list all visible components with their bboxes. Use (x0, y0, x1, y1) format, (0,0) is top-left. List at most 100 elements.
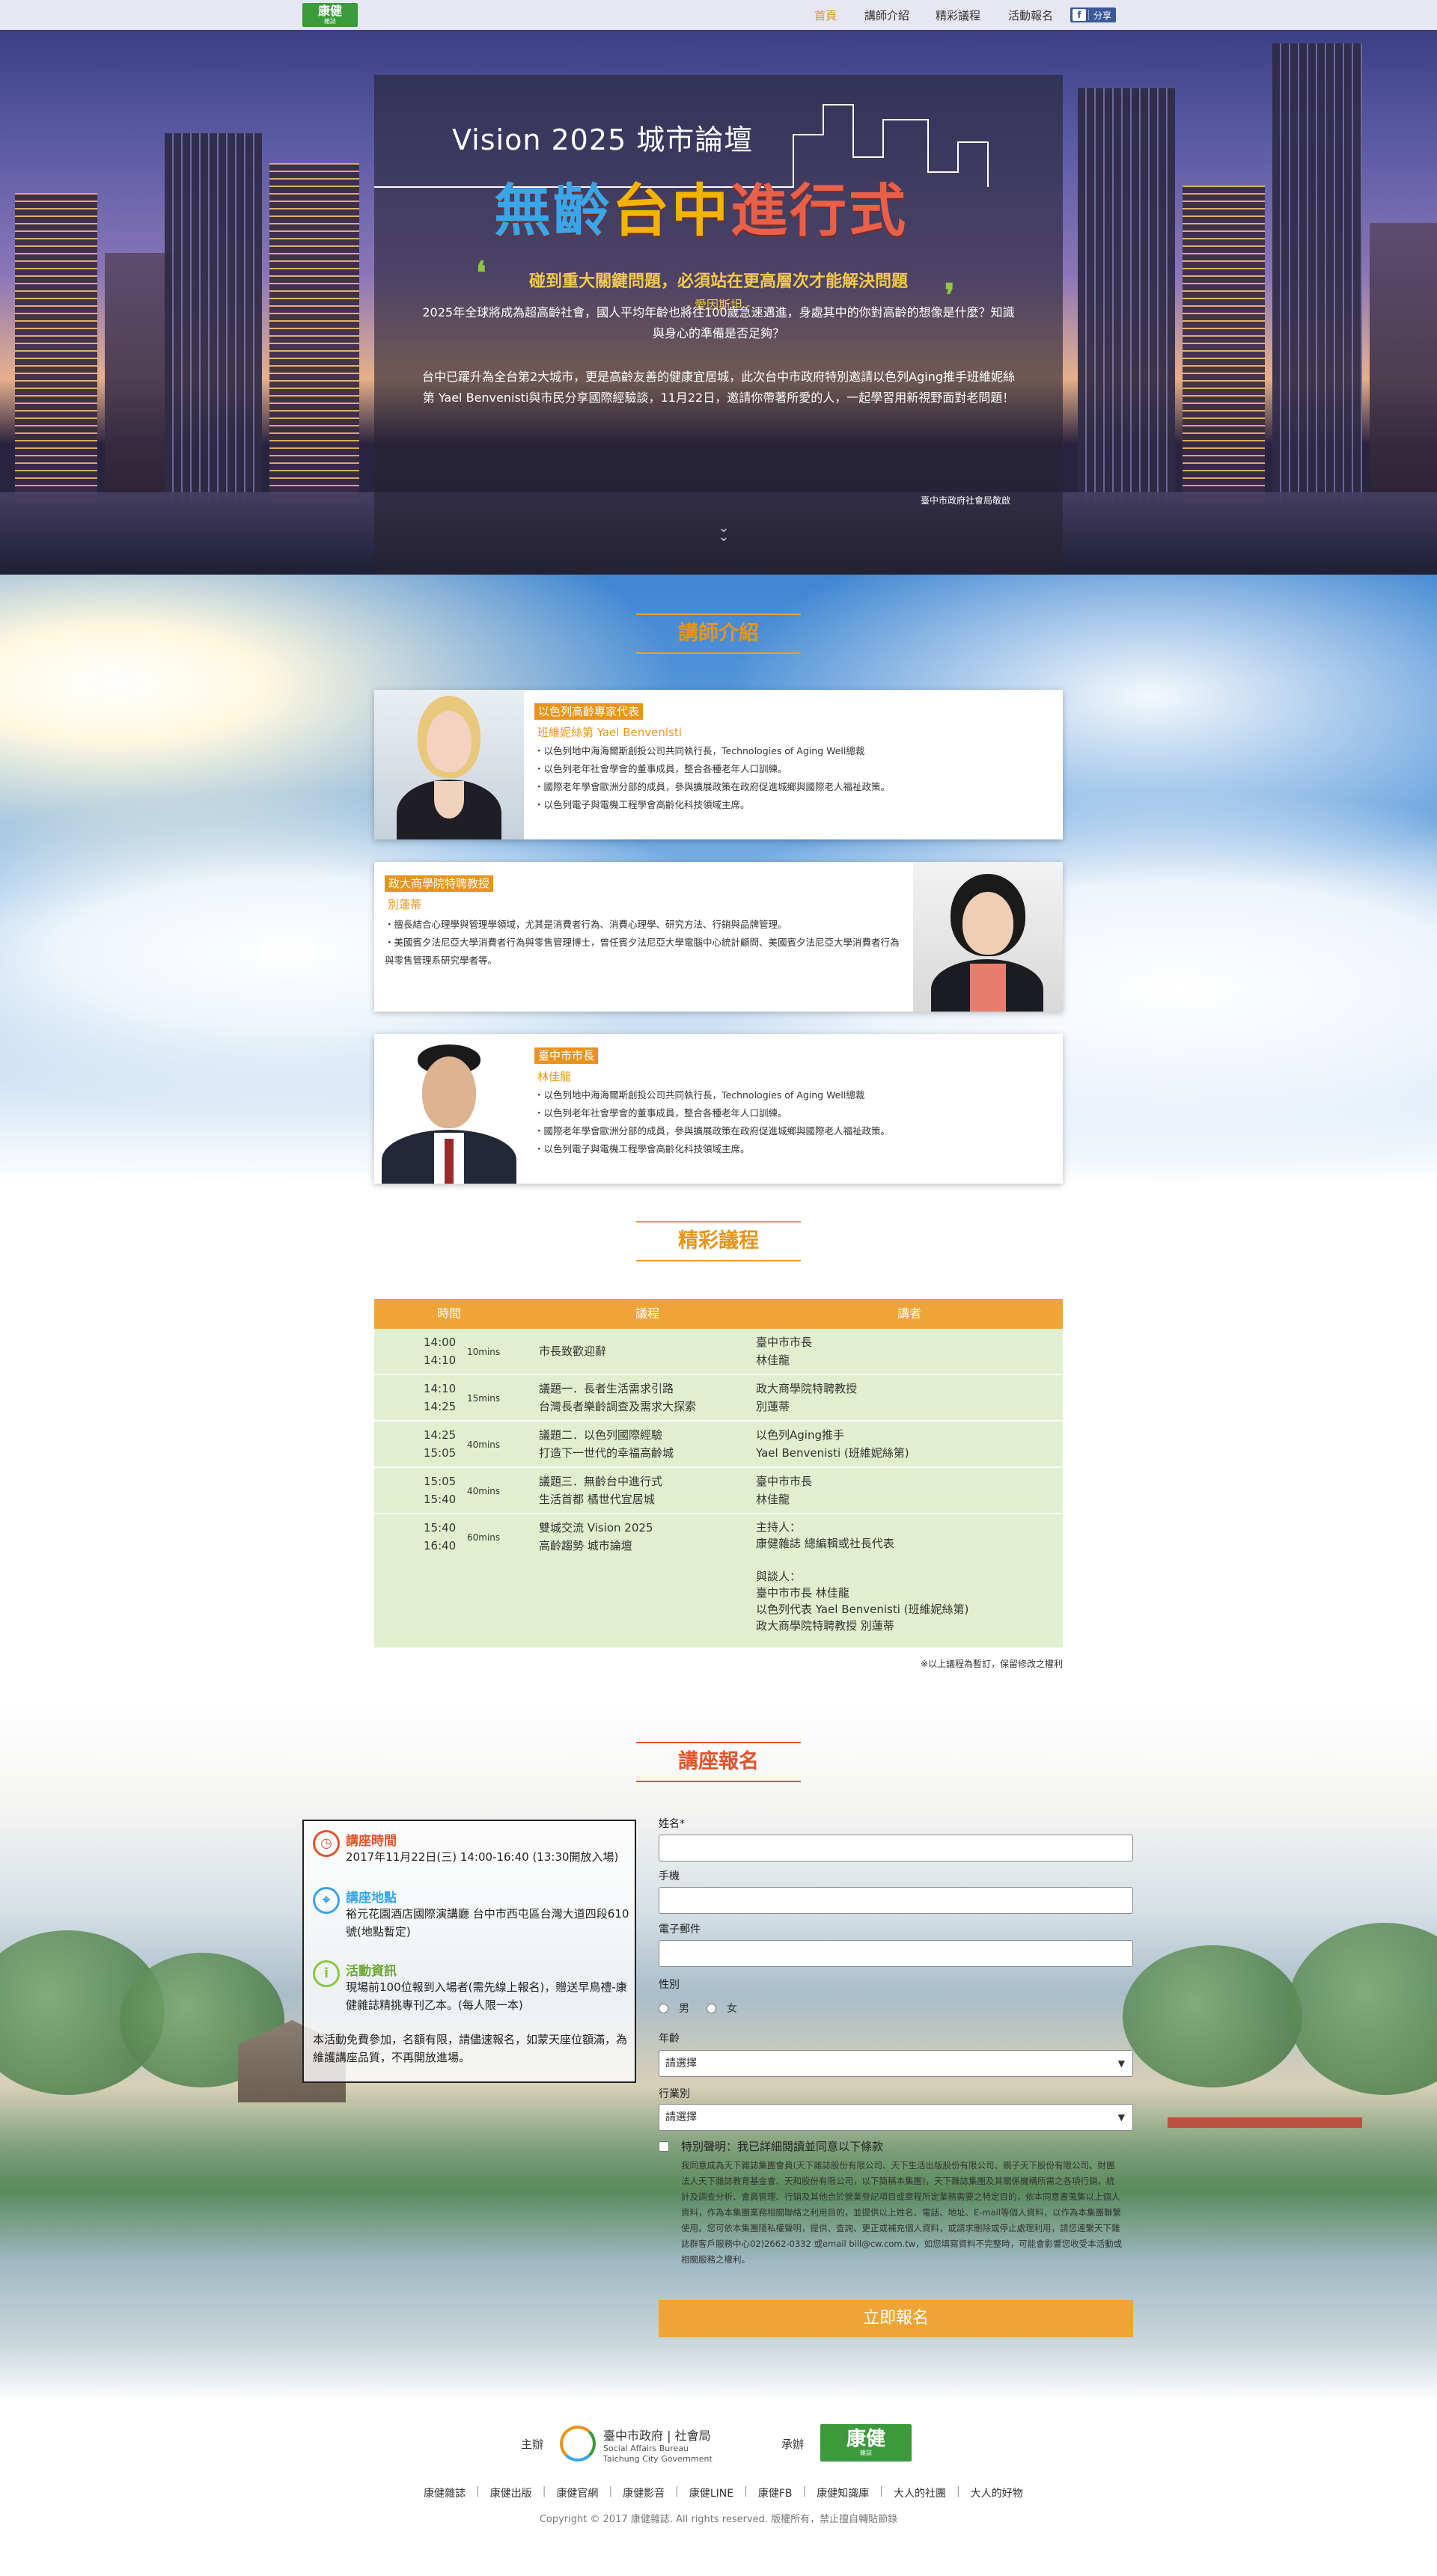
nav-link-home[interactable]: 首頁 (814, 7, 837, 23)
speaker-bio-list: 以色列地中海海爾斯創投公司共同執行長，Technologies of Aging… (534, 742, 1051, 814)
speaker-name: 林佳龍 (537, 1070, 572, 1083)
hero-quote: 碰到重大關鍵問題，必須站在更高層次才能解決問題 (528, 272, 908, 291)
facebook-icon: f (1073, 9, 1086, 21)
footer-link[interactable]: 康健知識庫 (817, 2485, 869, 2500)
kangjian-footer-logo[interactable]: 康健 雜誌 (820, 2424, 912, 2462)
gender-male-label: 男 (679, 2003, 689, 2015)
hero-subtitle: 無齡台中進行式 (494, 165, 908, 247)
name-input[interactable] (659, 1835, 1133, 1861)
duration: 15mins (467, 1393, 501, 1404)
speaker-card-yael: 以色列高齡專家代表 班維妮絲第 Yael Benvenisti 以色列地中海海爾… (374, 690, 1063, 839)
speaker-line: 林佳龍 (756, 1493, 790, 1506)
hero-subtitle-part: 行式 (790, 177, 908, 244)
scroll-down-chevron-icon[interactable]: ⌄ ⌄ (713, 521, 735, 544)
hero-subtitle-part: 進 (730, 177, 790, 244)
consent-checkbox[interactable] (659, 2141, 669, 2152)
speaker-line: 政大商學院特聘教授 別蓮蒂 (756, 1619, 894, 1633)
age-label: 年齡 (659, 2033, 680, 2045)
speaker-bio-item: 以色列電子與電機工程學會高齡化科技領域主席。 (534, 1140, 1051, 1158)
gender-label: 性別 (659, 1979, 680, 1991)
industry-select-value: 請選擇 (665, 2111, 697, 2123)
speaker-line: 林佳龍 (756, 1353, 790, 1367)
bridge-graphic (1168, 2117, 1362, 2128)
topic-line: 議題一．長者生活需求引路 (539, 1382, 674, 1395)
facebook-share-button[interactable]: f 分享 (1070, 7, 1117, 22)
nav-link-agenda[interactable]: 精彩議程 (936, 7, 980, 23)
speaker-photo-yael (374, 690, 524, 839)
footer-link[interactable]: 康健FB (758, 2485, 793, 2500)
hero-subtitle-part: 台中 (612, 177, 730, 244)
footer-link[interactable]: 大人的社團 (894, 2485, 946, 2500)
speaker-line: 康健雜誌 總編輯或社長代表 (756, 1537, 894, 1550)
hero-title: Vision 2025 城市論壇 (452, 123, 754, 156)
speaker-line: 主持人： (756, 1520, 802, 1534)
footer-link[interactable]: 康健出版 (490, 2485, 532, 2500)
email-input[interactable] (659, 1940, 1133, 1967)
time-end: 14:25 (424, 1400, 457, 1413)
hero-paragraph-1: 2025年全球將成為超高齡社會，國人平均年齡也將往100歲急速邁進，身處其中的你… (422, 305, 1015, 340)
industry-label: 行業別 (659, 2088, 690, 2100)
radio-circle-icon (707, 2003, 716, 2013)
duration: 40mins (467, 1486, 501, 1496)
phone-input[interactable] (659, 1887, 1133, 1914)
speaker-line: 臺中市市長 林佳龍 (756, 1586, 849, 1600)
consent-title: 特別聲明：我已詳細閱讀並同意以下條款 (681, 2140, 884, 2153)
time-start: 15:05 (424, 1475, 457, 1488)
agenda-table: 時間 議程 講者 14:00 14:10 10mins 市長致歡迎辭 臺中市市長 林佳… (374, 1299, 1063, 1655)
speaker-card-pieh: 政大商學院特聘教授 別蓮蒂 擅長結合心理學與管理學領域，尤其是消費者行為、消費心… (374, 862, 1063, 1012)
time-start: 14:25 (424, 1428, 457, 1442)
speaker-line: Yael Benvenisti (班維妮絲第) (756, 1446, 909, 1460)
speaker-bio-item: 以色列地中海海爾斯創投公司共同執行長，Technologies of Aging… (534, 742, 1051, 760)
speaker-bio-item: 以色列老年社會學會的董事成員，整合各種老年人口訓練。 (534, 1104, 1051, 1122)
speaker-tag: 以色列高齡專家代表 (534, 703, 644, 720)
speakers-section-title: 講師介紹 (636, 614, 801, 654)
registration-section-title: 講座報名 (636, 1742, 801, 1782)
share-label: 分享 (1093, 10, 1112, 21)
logo-text: 康健 (317, 4, 342, 18)
gender-radio-female[interactable]: 女 (707, 2001, 737, 2016)
time-end: 15:05 (424, 1446, 457, 1460)
event-info-box: ◷ 講座時間 2017年11月22日(三) 14:00-16:40 (13:30… (302, 1820, 636, 2083)
speaker-line-spacer (756, 1552, 1063, 1568)
duration: 40mins (467, 1440, 501, 1450)
info-time-text: 2017年11月22日(三) 14:00-16:40 (13:30開放入場) (346, 1850, 619, 1864)
speaker-line: 以色列Aging推手 (756, 1428, 844, 1442)
organizer-en-line: Social Affairs Bureau (603, 2444, 689, 2453)
gender-radio-male[interactable]: 男 (659, 2001, 689, 2016)
copyright-text: Copyright © 2017 康健雜誌. All rights reserv… (539, 2514, 898, 2525)
footer-link[interactable]: 大人的好物 (971, 2485, 1023, 2500)
logo-subtext: 雜誌 (324, 18, 336, 25)
footer-link[interactable]: 康健雜誌 (424, 2485, 466, 2500)
footer-link[interactable]: 康健影音 (623, 2485, 665, 2500)
building (1078, 88, 1175, 507)
time-end: 15:40 (424, 1493, 457, 1506)
speaker-bio-item: 以色列電子與電機工程學會高齡化科技領域主席。 (534, 796, 1051, 814)
info-activity-title: 活動資訊 (346, 1964, 397, 1979)
logo-subtext: 雜誌 (860, 2450, 872, 2456)
header-speaker: 講者 (897, 1306, 921, 1321)
speaker-bio-item: 以色列老年社會學會的董事成員，整合各種老年人口訓練。 (534, 760, 1051, 778)
nav-link-speakers[interactable]: 講師介紹 (864, 7, 909, 23)
topic-line: 市長致歡迎辭 (539, 1344, 607, 1358)
hero-banner: Vision 2025 城市論壇 無齡台中進行式 ❛ ❜ 碰到重大關鍵問題，必須… (0, 30, 1437, 575)
topic-line: 打造下一世代的幸福高齡城 (539, 1446, 674, 1460)
footer-link[interactable]: 康健LINE (689, 2485, 733, 2500)
topic-line: 高齡趨勢 城市論壇 (539, 1539, 632, 1552)
speaker-photo-lin (374, 1034, 524, 1184)
hero-signature: 臺中市政府社會局敬啟 (921, 495, 1011, 506)
kangjian-logo[interactable]: 康健 雜誌 (302, 3, 358, 27)
building (1370, 223, 1437, 507)
dropdown-arrow-icon: ▼ (1117, 2058, 1125, 2069)
topic-line: 議題二．以色列國際經驗 (539, 1428, 663, 1442)
footer-link[interactable]: 康健官網 (556, 2485, 598, 2500)
speaker-line: 政大商學院特聘教授 (756, 1382, 858, 1395)
submit-button[interactable]: 立即報名 (659, 2300, 1133, 2337)
organizer-name: 臺中市政府 | 社會局 (603, 2429, 711, 2443)
info-note: 本活動免費參加，名額有限，請儘速報名，如蒙天座位額滿，為維護講座品質，不再開放進… (313, 2033, 628, 2064)
industry-select[interactable]: 請選擇 ▼ (659, 2104, 1133, 2131)
age-select[interactable]: 請選擇 ▼ (659, 2050, 1133, 2077)
building (15, 193, 97, 507)
phone-label: 手機 (659, 1870, 680, 1882)
nav-link-register[interactable]: 活動報名 (1008, 7, 1053, 23)
speaker-name: 班維妮絲第 Yael Benvenisti (537, 726, 682, 739)
